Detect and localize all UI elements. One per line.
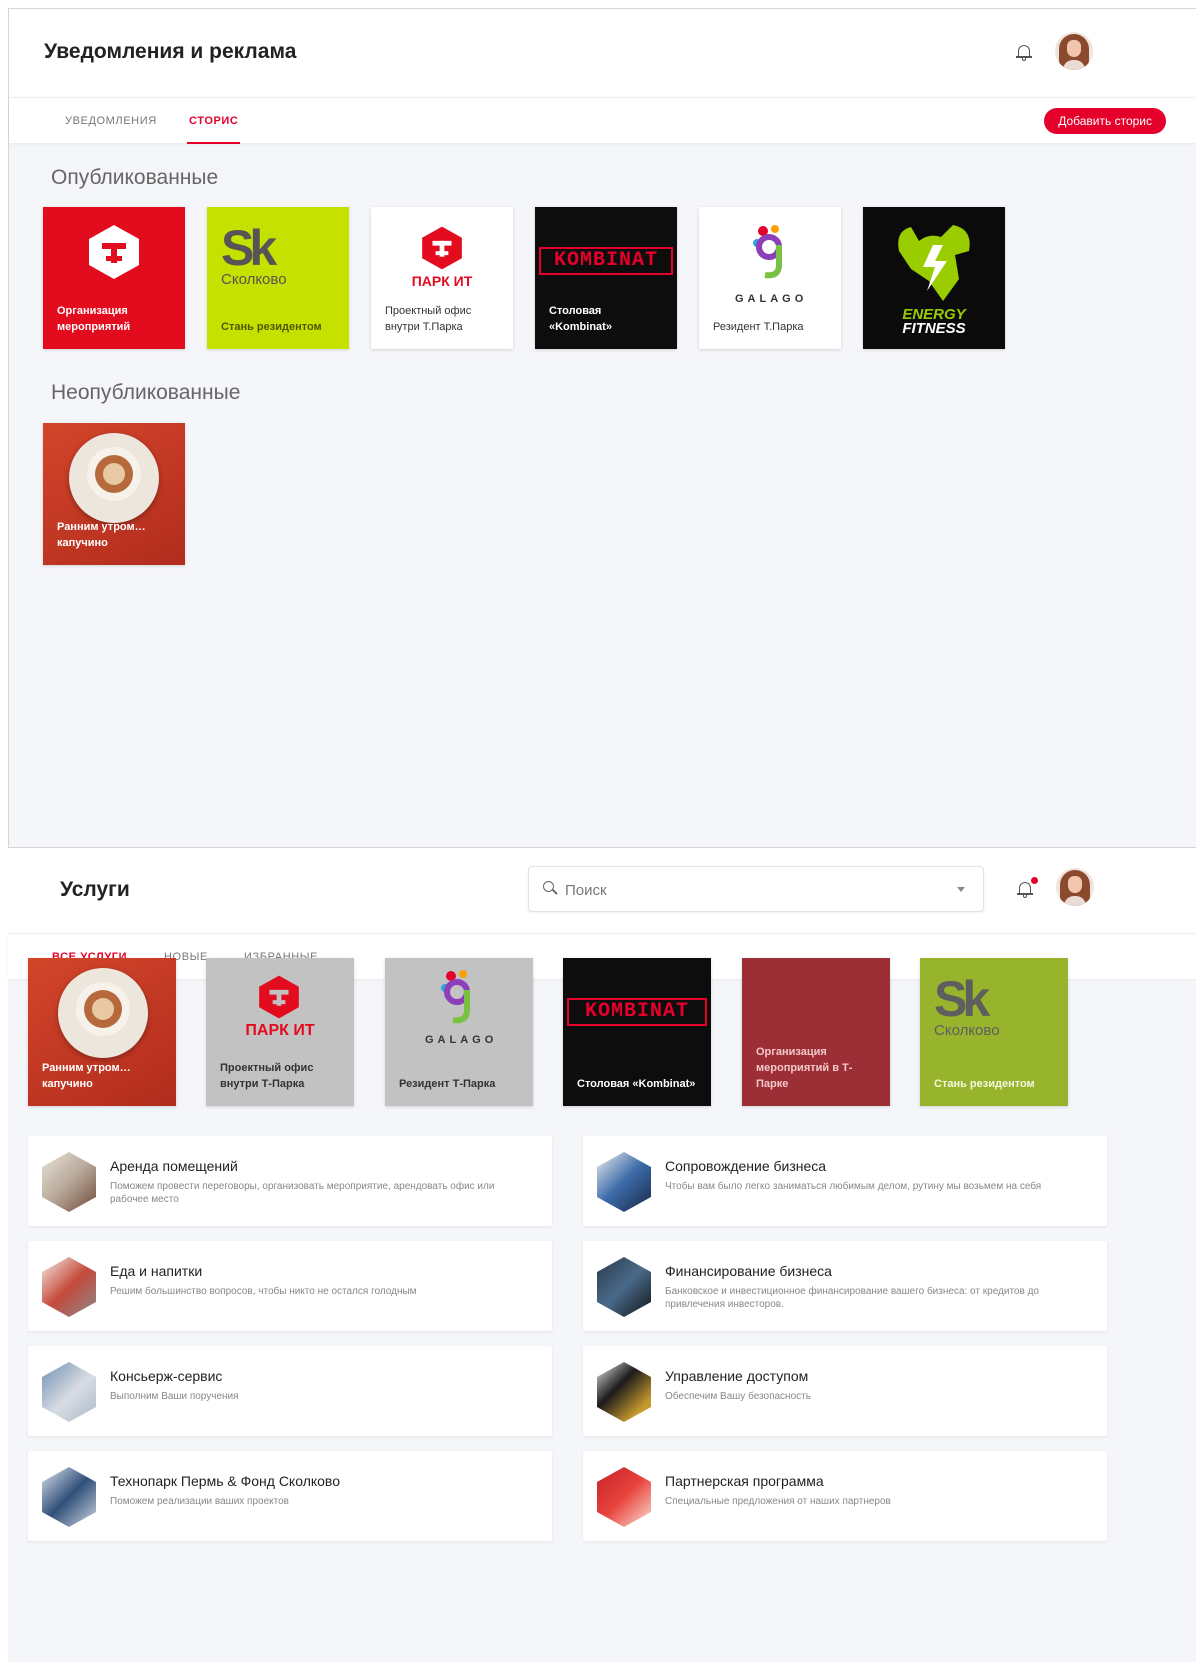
service-desc: Чтобы вам было легко заниматься любимым … [665, 1181, 1042, 1192]
service-card-rent[interactable]: Аренда помещений Поможем провести перего… [28, 1136, 552, 1226]
service-card-business-support[interactable]: Сопровождение бизнеса Чтобы вам было лег… [583, 1136, 1107, 1226]
service-card-financing[interactable]: Финансирование бизнеса Банковское и инве… [583, 1241, 1107, 1331]
page-title: Уведомления и реклама [44, 40, 297, 63]
notifications-screen: Уведомления и реклама Уведомления Сторис… [8, 8, 1196, 848]
t-park-logo-icon [89, 225, 139, 279]
story-caption: Организация мероприятий [57, 305, 131, 333]
tab-stories[interactable]: Сторис [186, 98, 241, 144]
published-title: Опубликованные [51, 166, 219, 189]
service-card-partners[interactable]: Партнерская программа Специальные предло… [583, 1451, 1107, 1541]
service-name: Управление доступом [665, 1368, 809, 1384]
bell-icon[interactable] [1015, 43, 1033, 63]
avatar[interactable] [1055, 32, 1093, 70]
story-caption: Ранним утром… капучино [42, 1062, 131, 1090]
service-desc: Выполним Ваши поручения [110, 1391, 239, 1402]
park-it-logo-icon [422, 226, 462, 270]
coffee-cup-icon [58, 968, 148, 1058]
story-card-coffee[interactable]: Ранним утром… капучино [43, 423, 185, 565]
concierge-icon [42, 1362, 96, 1422]
story-caption: Ранним утром… капучино [57, 521, 146, 549]
search-box[interactable] [528, 866, 984, 912]
story-card-galago[interactable]: GALAGO Резидент Т.Парка [699, 207, 841, 349]
story-caption: Проектный офис внутри Т-Парка [220, 1062, 314, 1090]
service-desc: Решим большинство вопросов, чтобы никто … [110, 1286, 417, 1297]
story-card-galago[interactable]: GALAGO Резидент Т-Парка [385, 958, 533, 1106]
tab-bar: Уведомления Сторис Добавить сторис [9, 97, 1196, 144]
story-caption: Проектный офис внутри Т.Парка [385, 305, 472, 333]
service-desc: Банковское и инвестиционное финансирован… [665, 1286, 1039, 1310]
story-card-skolkovo[interactable]: Sk Сколково Стань резидентом [920, 958, 1068, 1106]
fitness-logo-line2: FITNESS [902, 320, 966, 337]
park-it-logo-text: ПАРК ИТ [411, 273, 473, 289]
service-name: Технопарк Пермь & Фонд Сколково [110, 1473, 340, 1489]
story-card-park-it[interactable]: ПАРК ИТ Проектный офис внутри Т-Парка [206, 958, 354, 1106]
story-card-energy-fitness[interactable]: ENERGY FITNESS [863, 207, 1005, 349]
service-desc: Обеспечим Вашу безопасность [665, 1391, 811, 1402]
service-name: Аренда помещений [110, 1158, 238, 1174]
food-icon [42, 1257, 96, 1317]
finance-icon [597, 1257, 651, 1317]
story-caption: Организация мероприятий в Т-Парке [756, 1046, 853, 1090]
park-it-logo-text: ПАРК ИТ [245, 1022, 315, 1039]
chevron-down-icon[interactable] [957, 887, 965, 892]
search-input[interactable] [565, 877, 945, 903]
service-name: Сопровождение бизнеса [665, 1158, 827, 1174]
galago-logo-icon [753, 225, 782, 279]
header: Услуги [8, 848, 1196, 933]
galago-logo-text: GALAGO [735, 293, 808, 305]
partner-program-icon [597, 1467, 651, 1527]
add-story-button[interactable]: Добавить сторис [1044, 108, 1166, 134]
story-caption: Столовая «Kombinat» [549, 305, 612, 333]
access-control-icon [597, 1362, 651, 1422]
service-name: Консьерж-сервис [110, 1368, 223, 1384]
service-desc: Поможем реализации ваших проектов [110, 1496, 289, 1507]
park-it-logo-icon [259, 975, 299, 1019]
handshake-icon [597, 1152, 651, 1212]
kombinat-logo: KOMBINAT [539, 247, 673, 275]
skolkovo-logo-name: Сколково [934, 1022, 1000, 1039]
galago-logo-icon [441, 970, 470, 1024]
service-desc: Поможем провести переговоры, организоват… [110, 1181, 495, 1205]
service-card-access[interactable]: Управление доступом Обеспечим Вашу безоп… [583, 1346, 1107, 1436]
service-card-technopark[interactable]: Технопарк Пермь & Фонд Сколково Поможем … [28, 1451, 552, 1541]
story-caption: Столовая «Kombinat» [577, 1078, 696, 1090]
service-desc: Специальные предложения от наших партнер… [665, 1496, 891, 1507]
bell-icon[interactable] [1016, 877, 1038, 900]
search-icon [543, 881, 558, 895]
story-caption: Стань резидентом [221, 321, 322, 333]
story-card-kombinat[interactable]: KOMBINAT Столовая «Kombinat» [563, 958, 711, 1106]
story-caption: Резидент Т.Парка [713, 321, 804, 333]
avatar[interactable] [1056, 868, 1094, 906]
service-name: Партнерская программа [665, 1473, 824, 1489]
skolkovo-logo: Sk [934, 971, 990, 1027]
service-card-concierge[interactable]: Консьерж-сервис Выполним Ваши поручения [28, 1346, 552, 1436]
services-screen: Услуги Все услуги Новые Избранные Ранним… [8, 848, 1196, 1662]
story-card-coffee[interactable]: Ранним утром… капучино [28, 958, 176, 1106]
story-card-events[interactable]: Организация мероприятий в Т-Парке [742, 958, 890, 1106]
service-name: Финансирование бизнеса [665, 1263, 832, 1279]
story-caption: Стань резидентом [934, 1078, 1035, 1090]
technopark-icon [42, 1467, 96, 1527]
story-card-park-it[interactable]: ПАРК ИТ Проектный офис внутри Т.Парка [371, 207, 513, 349]
tab-notifications[interactable]: Уведомления [65, 98, 157, 144]
galago-logo-text: GALAGO [425, 1034, 498, 1046]
story-card-skolkovo[interactable]: Sk Сколково Стань резидентом [207, 207, 349, 349]
service-card-food[interactable]: Еда и напитки Решим большинство вопросов… [28, 1241, 552, 1331]
skolkovo-logo-name: Сколково [221, 271, 287, 288]
fitness-logo-icon [898, 225, 970, 301]
coffee-cup-icon [69, 433, 159, 523]
page-title: Услуги [60, 878, 130, 901]
service-name: Еда и напитки [110, 1263, 203, 1279]
story-card-kombinat[interactable]: KOMBINAT Столовая «Kombinat» [535, 207, 677, 349]
kombinat-logo: KOMBINAT [567, 998, 707, 1026]
story-caption: Резидент Т-Парка [399, 1078, 496, 1090]
story-card-events[interactable]: Организация мероприятий [43, 207, 185, 349]
header: Уведомления и реклама [9, 9, 1196, 97]
skolkovo-logo: Sk [221, 220, 277, 276]
office-icon [42, 1152, 96, 1212]
unpublished-title: Неопубликованные [51, 381, 241, 404]
